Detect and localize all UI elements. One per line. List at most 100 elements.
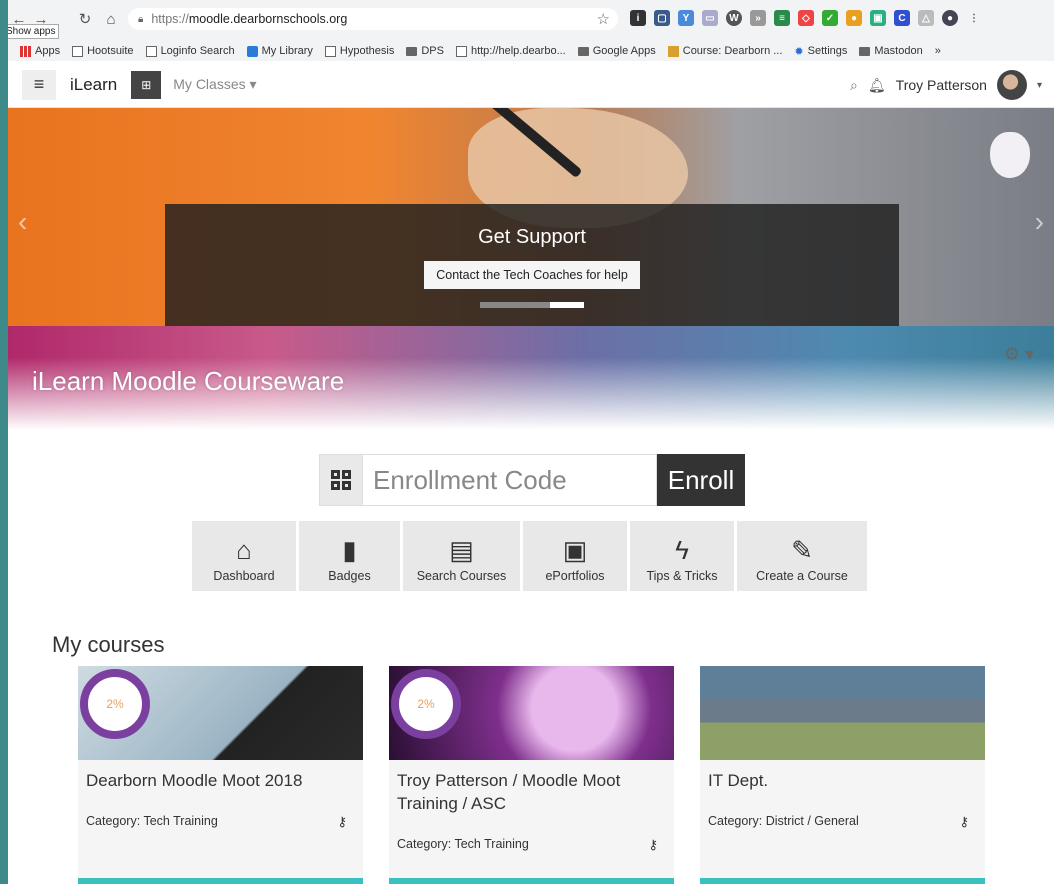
bookmark-mastodon[interactable]: Mastodon [859, 45, 923, 57]
apple-logo-icon [990, 132, 1030, 178]
bookmark-google-apps[interactable]: Google Apps [577, 45, 656, 57]
chevron-right-icon[interactable]: › [1035, 206, 1044, 238]
avatar[interactable] [996, 70, 1027, 100]
page-header-banner: iLearn Moodle Courseware ⚙ ▾ [8, 326, 1054, 430]
url-protocol: https:// [151, 12, 189, 26]
gear-icon: ✹ [794, 45, 804, 58]
tile-create-course[interactable]: ✎ Create a Course [737, 521, 867, 591]
bookmarks-overflow[interactable]: » [935, 45, 941, 57]
course-category: Category: Tech Training [86, 814, 218, 828]
extension-icon[interactable]: ▢ [654, 10, 670, 26]
tile-search-courses[interactable]: ▤ Search Courses [403, 521, 520, 591]
bookmark-hypothesis[interactable]: Hypothesis [324, 45, 394, 57]
course-title[interactable]: IT Dept. [708, 770, 977, 793]
course-card[interactable]: 2% Troy Patterson / Moodle Moot Training… [389, 666, 674, 884]
course-image: 2% [389, 666, 674, 760]
reload-icon[interactable]: ↻ [74, 8, 96, 30]
bookmark-dps[interactable]: DPS [406, 45, 444, 57]
course-category: Category: District / General [708, 814, 859, 828]
course-image [700, 666, 985, 760]
sitemap-icon[interactable]: ⊞ [131, 70, 162, 99]
extension-icons: i ▢ Y ▭ W » ≡ ◇ ✓ ● ▣ C △ ● ⋮ [630, 10, 982, 26]
bookmark-settings[interactable]: ✹ Settings [794, 45, 847, 58]
extension-icon[interactable]: ◇ [798, 10, 814, 26]
lock-icon: 🔒︎ [138, 13, 144, 25]
carousel-indicator[interactable] [480, 302, 550, 308]
folder-icon [859, 46, 871, 56]
course-card-accent [78, 878, 363, 884]
bookmark-icon: ▮ [342, 535, 357, 565]
qr-code-icon[interactable] [319, 454, 363, 506]
apps-grid-icon [20, 45, 31, 57]
extension-icon[interactable]: C [894, 10, 910, 26]
bookmark-course[interactable]: Course: Dearborn ... [667, 45, 782, 57]
course-card-accent [389, 878, 674, 884]
folder-icon [406, 46, 418, 56]
course-image: 2% [78, 666, 363, 760]
extension-icon[interactable]: » [750, 10, 766, 26]
progress-ring: 2% [80, 669, 150, 739]
site-brand[interactable]: iLearn [70, 75, 117, 95]
chevron-left-icon[interactable]: ‹ [18, 206, 27, 238]
extension-icon[interactable]: W [726, 10, 742, 26]
menu-icon[interactable]: ≡ [22, 69, 56, 100]
bookmark-help[interactable]: http://help.dearbo... [455, 45, 566, 57]
home-icon: ⌂ [236, 535, 252, 565]
edit-icon: ✎ [791, 535, 813, 565]
user-name[interactable]: Troy Patterson [896, 77, 987, 93]
extension-icon[interactable]: ≡ [774, 10, 790, 26]
tile-dashboard[interactable]: ⌂ Dashboard [192, 521, 296, 591]
drive-icon[interactable]: △ [918, 10, 934, 26]
book-icon: ▤ [449, 535, 474, 565]
browser-toolbar: ← → ↻ ⌂ 🔒︎ https:// moodle.dearbornschoo… [8, 0, 1054, 42]
course-title[interactable]: Dearborn Moodle Moot 2018 [86, 770, 355, 793]
chevron-down-icon[interactable]: ▾ [1037, 80, 1042, 91]
course-card[interactable]: 2% Dearborn Moodle Moot 2018 Category: T… [78, 666, 363, 884]
bookmark-hootsuite[interactable]: Hootsuite [72, 45, 134, 57]
extension-icon[interactable]: i [630, 10, 646, 26]
contact-tech-coaches-button[interactable]: Contact the Tech Coaches for help [424, 261, 640, 289]
site-navbar: ≡ iLearn ⊞ My Classes ▾ ⌕ 🔔︎ Troy Patter… [8, 62, 1054, 108]
enrollment-code-input[interactable]: Enrollment Code [363, 454, 657, 506]
bookmark-my-library[interactable]: My Library [246, 45, 313, 57]
extension-icon[interactable]: ▣ [870, 10, 886, 26]
url-host: moodle.dearbornschools.org [188, 12, 348, 26]
bell-icon[interactable]: 🔔︎ [868, 77, 886, 94]
gear-icon[interactable]: ⚙ ▾ [1004, 344, 1034, 365]
tile-badges[interactable]: ▮ Badges [299, 521, 400, 591]
course-category: Category: Tech Training [397, 837, 529, 851]
folder-icon [577, 46, 589, 56]
key-icon: ⚷ [648, 837, 658, 852]
profile-icon[interactable]: ● [942, 10, 958, 26]
my-classes-dropdown[interactable]: My Classes ▾ [173, 76, 256, 93]
tile-eportfolios[interactable]: ▣ ePortfolios [523, 521, 627, 591]
search-icon[interactable]: ⌕ [850, 77, 858, 94]
page-icon [72, 45, 84, 57]
enrollment-form: Enrollment Code Enroll [319, 454, 745, 506]
course-title[interactable]: Troy Patterson / Moodle Moot Training / … [397, 770, 666, 816]
home-browser-icon[interactable]: ⌂ [100, 8, 122, 30]
quick-links: ⌂ Dashboard ▮ Badges ▤ Search Courses ▣ … [192, 521, 867, 591]
extension-icon[interactable]: ▭ [702, 10, 718, 26]
bookmark-star-icon[interactable]: ☆ [597, 10, 610, 28]
show-apps-tooltip: Show apps [8, 24, 60, 39]
carousel-indicator-active[interactable] [550, 302, 584, 308]
extension-icon[interactable]: ● [846, 10, 862, 26]
id-card-icon: ▣ [562, 535, 588, 565]
course-icon [667, 45, 679, 57]
browser-window: ← → ↻ ⌂ 🔒︎ https:// moodle.dearbornschoo… [8, 0, 1054, 884]
my-courses-heading: My courses [52, 632, 165, 657]
tile-tips-tricks[interactable]: ϟ Tips & Tricks [630, 521, 734, 591]
course-card[interactable]: IT Dept. Category: District / General ⚷ [700, 666, 985, 884]
enroll-button[interactable]: Enroll [657, 454, 745, 506]
address-bar[interactable]: 🔒︎ https:// moodle.dearbornschools.org ☆ [128, 8, 618, 30]
library-icon [246, 45, 258, 57]
bookmark-apps[interactable]: Apps [20, 45, 60, 57]
more-vert-icon[interactable]: ⋮ [966, 10, 982, 26]
check-extension-icon[interactable]: ✓ [822, 10, 838, 26]
support-carousel: ‹ › Get Support Contact the Tech Coaches… [8, 108, 1054, 326]
key-icon: ⚷ [959, 814, 969, 829]
course-list: 2% Dearborn Moodle Moot 2018 Category: T… [78, 666, 985, 884]
bookmark-loginfo[interactable]: Loginfo Search [145, 45, 235, 57]
extension-icon[interactable]: Y [678, 10, 694, 26]
